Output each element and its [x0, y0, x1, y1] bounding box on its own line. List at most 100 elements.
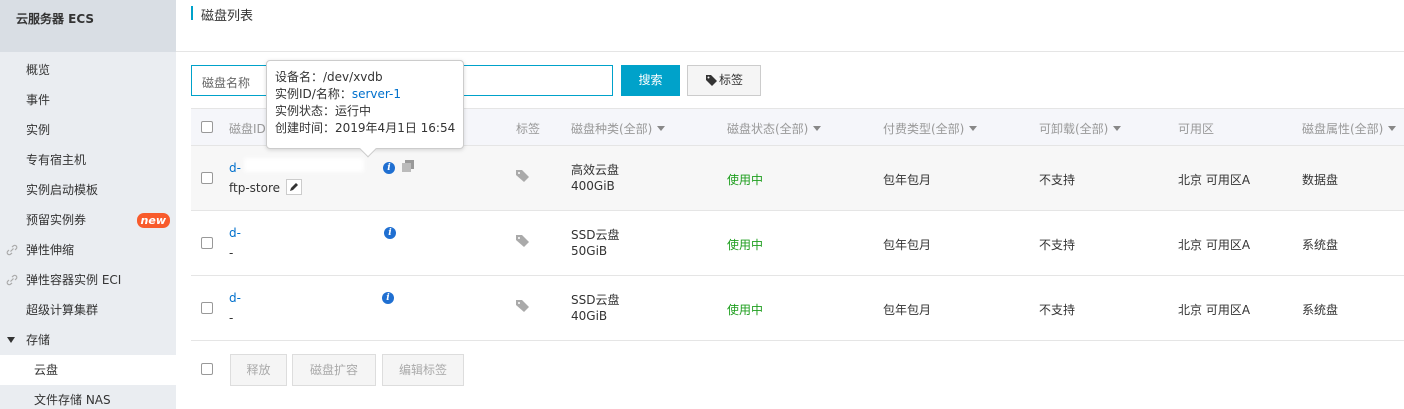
column-label: 付费类型(全部) [883, 122, 965, 136]
tooltip-device-label: 设备名： [275, 70, 324, 84]
sidebar-item-launch-templates[interactable]: 实例启动模板 [0, 175, 176, 205]
disk-info-tooltip: 设备名：/dev/xvdb 实例ID/名称：server-1 实例状态：运行中 … [266, 60, 464, 158]
tag-filter-button[interactable]: 标签 [687, 65, 761, 96]
tag-icon[interactable] [516, 235, 530, 247]
column-label: 可卸载(全部) [1039, 122, 1109, 136]
tooltip-instance-line: 实例ID/名称：server-1 [275, 86, 455, 103]
tooltip-device-value: /dev/xvdb [323, 70, 383, 84]
column-disk-id: 磁盘ID [229, 122, 266, 136]
release-button[interactable]: 释放 [230, 354, 287, 386]
billing-type: 包年包月 [883, 173, 932, 187]
detachable: 不支持 [1039, 303, 1076, 317]
sidebar-title: 云服务器 ECS [0, 0, 176, 52]
column-detachable[interactable]: 可卸载(全部) [1039, 120, 1122, 137]
sidebar-item-overview[interactable]: 概览 [0, 55, 176, 85]
edit-name-button[interactable] [286, 179, 302, 195]
sidebar-item-dedicated-hosts[interactable]: 专有宿主机 [0, 145, 176, 175]
column-label: 磁盘状态(全部) [727, 122, 809, 136]
page-title: 磁盘列表 [201, 9, 254, 24]
resize-disk-button[interactable]: 磁盘扩容 [292, 354, 376, 386]
select-all-checkbox-footer[interactable] [201, 363, 213, 375]
info-icon[interactable]: i [384, 227, 396, 239]
tag-icon[interactable] [516, 300, 530, 312]
disk-size: 40GiB [571, 309, 608, 323]
tooltip-device-line: 设备名：/dev/xvdb [275, 69, 455, 86]
row-checkbox[interactable] [201, 237, 213, 249]
column-disk-attribute[interactable]: 磁盘属性(全部) [1302, 120, 1397, 137]
disk-status: 使用中 [727, 303, 764, 317]
dropdown-icon [657, 126, 666, 131]
sidebar-item-label: 专有宿主机 [26, 153, 87, 167]
info-icon[interactable]: i [383, 162, 395, 174]
zone: 北京 可用区A [1178, 238, 1251, 252]
row-checkbox[interactable] [201, 172, 213, 184]
column-tags: 标签 [516, 122, 541, 136]
pencil-icon [290, 183, 298, 191]
external-link-icon [6, 274, 18, 286]
sidebar-item-label: 存储 [26, 333, 51, 347]
disk-id-link[interactable]: d- [229, 291, 241, 305]
tooltip-state-line: 实例状态：运行中 [275, 103, 455, 120]
dropdown-icon [1113, 126, 1122, 131]
edit-tags-button[interactable]: 编辑标签 [382, 354, 464, 386]
table-footer: 释放 磁盘扩容 编辑标签 [191, 341, 1404, 401]
dropdown-icon [1388, 126, 1397, 131]
disk-status: 使用中 [727, 238, 764, 252]
tag-filter-label: 标签 [718, 73, 743, 87]
detachable: 不支持 [1039, 173, 1076, 187]
disk-size: 400GiB [571, 179, 615, 193]
disk-attribute: 系统盘 [1302, 303, 1339, 317]
table-row: d- - i SSD云盘 50GiB 使用中 包年包月 不支持 北京 可用区A … [191, 211, 1404, 276]
tooltip-instance-label: 实例ID/名称： [275, 87, 352, 101]
sidebar-item-super-computing[interactable]: 超级计算集群 [0, 295, 176, 325]
tooltip-created-label: 创建时间： [275, 121, 336, 135]
sidebar-item-label: 概览 [26, 63, 51, 77]
disk-name: - [229, 246, 234, 260]
column-label: 磁盘种类(全部) [571, 122, 653, 136]
disk-size: 50GiB [571, 244, 608, 258]
disk-type: SSD云盘 [571, 228, 620, 242]
sidebar-item-auto-scaling[interactable]: 弹性伸缩 [0, 235, 176, 265]
billing-type: 包年包月 [883, 303, 932, 317]
disk-id-link[interactable]: d- [229, 161, 241, 175]
select-all-checkbox[interactable] [201, 121, 213, 133]
sidebar-item-label: 云盘 [34, 363, 59, 377]
sidebar-item-cloud-disk[interactable]: 云盘 [0, 355, 176, 385]
copy-icon[interactable] [402, 160, 414, 172]
disk-type: SSD云盘 [571, 293, 620, 307]
disk-id-link[interactable]: d- [229, 226, 241, 240]
tooltip-instance-link[interactable]: server-1 [352, 87, 401, 101]
column-disk-status[interactable]: 磁盘状态(全部) [727, 120, 822, 137]
disk-type: 高效云盘 [571, 163, 620, 177]
column-billing-type[interactable]: 付费类型(全部) [883, 120, 978, 137]
search-button[interactable]: 搜索 [621, 65, 680, 96]
sidebar-item-label: 文件存储 NAS [34, 393, 111, 407]
billing-type: 包年包月 [883, 238, 932, 252]
disk-name: - [229, 311, 234, 325]
sidebar-item-reserved-instances[interactable]: 预留实例券 new [0, 205, 176, 235]
app: 云服务器 ECS 概览 事件 实例 专有宿主机 实例启动模板 预留实例券 new… [0, 0, 1404, 409]
detachable: 不支持 [1039, 238, 1076, 252]
sidebar-item-label: 预留实例券 [26, 213, 87, 227]
sidebar-item-events[interactable]: 事件 [0, 85, 176, 115]
caret-down-icon [7, 337, 15, 343]
tooltip-created-line: 创建时间：2019年4月1日 16:54 [275, 120, 455, 137]
sidebar-item-storage[interactable]: 存储 [0, 325, 176, 355]
table-row: d- ftp-store i 高效云盘 400GiB 使用中 包年包月 不支持 … [191, 146, 1404, 211]
disk-attribute: 系统盘 [1302, 238, 1339, 252]
sidebar-item-nas[interactable]: 文件存储 NAS [0, 385, 176, 409]
dropdown-icon [969, 126, 978, 131]
search-field-label: 磁盘名称 [202, 76, 251, 90]
info-icon[interactable]: i [382, 292, 394, 304]
sidebar: 云服务器 ECS 概览 事件 实例 专有宿主机 实例启动模板 预留实例券 new… [0, 0, 176, 409]
tooltip-state-value: 运行中 [335, 104, 372, 118]
sidebar-item-eci[interactable]: 弹性容器实例 ECI [0, 265, 176, 295]
column-disk-type[interactable]: 磁盘种类(全部) [571, 120, 666, 137]
sidebar-item-instances[interactable]: 实例 [0, 115, 176, 145]
sidebar-item-label: 弹性伸缩 [26, 243, 75, 257]
tag-icon[interactable] [516, 170, 530, 182]
new-badge: new [136, 213, 170, 228]
disk-name: ftp-store [229, 181, 281, 195]
row-checkbox[interactable] [201, 302, 213, 314]
zone: 北京 可用区A [1178, 173, 1251, 187]
